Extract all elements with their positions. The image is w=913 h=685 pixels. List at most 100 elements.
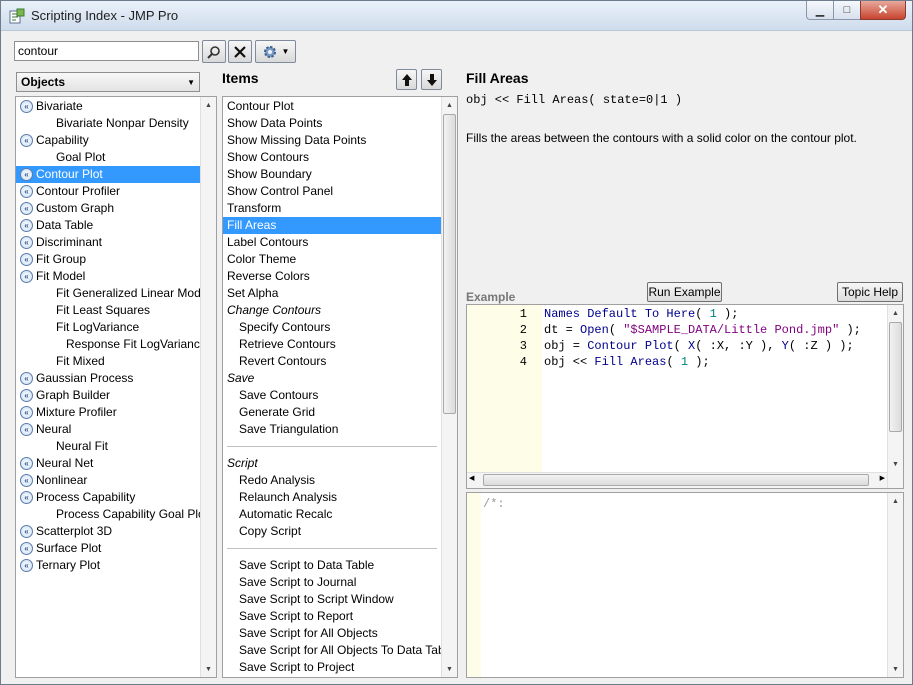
object-item[interactable]: Fit Least Squares <box>16 302 200 319</box>
collapse-icon[interactable]: « <box>20 236 33 249</box>
title-bar[interactable]: Scripting Index - JMP Pro ▁ □ ✕ <box>1 1 912 31</box>
options-button[interactable]: ▼ <box>255 40 296 63</box>
scroll-up-arrow-icon[interactable]: ▲ <box>201 97 216 113</box>
object-item[interactable]: Fit Generalized Linear Model <box>16 285 210 302</box>
item-entry[interactable]: Show Missing Data Points <box>223 132 441 149</box>
item-entry[interactable]: Reverse Colors <box>223 268 441 285</box>
log-scrollbar[interactable]: ▲ ▼ <box>887 493 903 677</box>
scroll-up-arrow-icon[interactable]: ▲ <box>442 97 457 113</box>
object-item[interactable]: «Discriminant <box>16 234 200 251</box>
item-entry[interactable]: Revert Contours <box>223 353 441 370</box>
code-line[interactable]: Names Default To Here( 1 ); <box>544 307 738 321</box>
run-example-button[interactable]: Run Example <box>647 282 722 302</box>
collapse-icon[interactable]: « <box>20 389 33 402</box>
object-item[interactable]: «Surface Plot <box>16 540 200 557</box>
object-item[interactable]: «Neural <box>16 421 200 438</box>
object-item[interactable]: «Contour Profiler <box>16 183 200 200</box>
scroll-down-arrow-icon[interactable]: ▼ <box>888 661 903 677</box>
item-entry[interactable]: Set Alpha <box>223 285 441 302</box>
scroll-right-arrow-icon[interactable]: ▶ <box>880 474 885 482</box>
object-item[interactable]: «Process Capability <box>16 489 200 506</box>
example-code-editor[interactable]: 1 Names Default To Here( 1 ); 2 dt = Open( … <box>466 304 904 489</box>
object-item[interactable]: «Scatterplot 3D <box>16 523 200 540</box>
scroll-down-arrow-icon[interactable]: ▼ <box>888 456 903 472</box>
object-item[interactable]: Fit LogVariance <box>16 319 200 336</box>
clear-search-button[interactable] <box>228 40 252 63</box>
collapse-icon[interactable]: « <box>20 491 33 504</box>
object-item[interactable]: Response Fit LogVariance <box>16 336 207 353</box>
collapse-icon[interactable]: « <box>20 372 33 385</box>
object-item[interactable]: «Fit Model <box>16 268 200 285</box>
object-item[interactable]: «Nonlinear <box>16 472 200 489</box>
scroll-up-arrow-icon[interactable]: ▲ <box>888 493 903 509</box>
collapse-icon[interactable]: « <box>20 253 33 266</box>
scroll-down-arrow-icon[interactable]: ▼ <box>442 661 457 677</box>
minimize-button[interactable]: ▁ <box>806 1 833 20</box>
maximize-button[interactable]: □ <box>833 1 860 20</box>
object-item[interactable]: «Gaussian Process <box>16 370 200 387</box>
object-item[interactable]: «Ternary Plot <box>16 557 200 574</box>
item-entry[interactable]: Save Script to Journal <box>223 574 441 591</box>
code-line[interactable]: obj << Fill Areas( 1 ); <box>544 355 710 369</box>
items-scroll-thumb[interactable] <box>443 114 456 414</box>
items-list[interactable]: Contour Plot Show Data Points Show Missing… <box>222 96 458 678</box>
scroll-up-arrow-icon[interactable]: ▲ <box>888 305 903 321</box>
item-entry[interactable]: Color Theme <box>223 251 441 268</box>
object-item[interactable]: «Fit Group <box>16 251 200 268</box>
objects-dropdown[interactable]: Objects ▼ <box>16 72 200 92</box>
collapse-icon[interactable]: « <box>20 219 33 232</box>
search-button[interactable] <box>202 40 226 63</box>
item-entry[interactable]: Label Contours <box>223 234 441 251</box>
item-entry[interactable]: Save Script to Data Table <box>223 557 441 574</box>
object-item[interactable]: «Graph Builder <box>16 387 200 404</box>
close-button[interactable]: ✕ <box>860 1 906 20</box>
collapse-icon[interactable]: « <box>20 100 33 113</box>
topic-help-button[interactable]: Topic Help <box>837 282 903 302</box>
collapse-icon[interactable]: « <box>20 270 33 283</box>
collapse-icon[interactable]: « <box>20 525 33 538</box>
collapse-icon[interactable]: « <box>20 168 33 181</box>
move-up-button[interactable] <box>396 69 417 90</box>
object-item[interactable]: «Custom Graph <box>16 200 200 217</box>
item-entry[interactable]: Save Contours <box>223 387 441 404</box>
object-item[interactable]: «Mixture Profiler <box>16 404 200 421</box>
object-item[interactable]: «Data Table <box>16 217 200 234</box>
item-entry[interactable]: Save Triangulation <box>223 421 441 438</box>
collapse-icon[interactable]: « <box>20 542 33 555</box>
item-entry[interactable]: Specify Contours <box>223 319 441 336</box>
items-scrollbar[interactable]: ▲ ▼ <box>441 97 457 677</box>
item-entry[interactable]: Save Script to Report <box>223 608 441 625</box>
item-entry[interactable]: Redo Analysis <box>223 472 441 489</box>
editor-hscrollbar[interactable]: ◀ ▶ <box>467 472 887 488</box>
item-entry[interactable]: Save Script to Script Window <box>223 591 441 608</box>
object-item[interactable]: «Capability <box>16 132 200 149</box>
scroll-left-arrow-icon[interactable]: ◀ <box>469 474 474 482</box>
item-entry[interactable]: Show Data Points <box>223 115 441 132</box>
object-item[interactable]: Goal Plot <box>16 149 200 166</box>
object-item[interactable]: Process Capability Goal Plot <box>16 506 208 523</box>
item-entry[interactable]: Transform <box>223 200 441 217</box>
editor-scrollbar[interactable]: ▲ ▼ <box>887 305 903 488</box>
item-entry[interactable]: Copy Script <box>223 523 441 540</box>
object-item[interactable]: «Bivariate <box>16 98 200 115</box>
item-entry[interactable]: Show Boundary <box>223 166 441 183</box>
object-item[interactable]: «Contour Plot <box>16 166 200 183</box>
log-output[interactable]: /*: ▲ ▼ <box>466 492 904 678</box>
item-entry[interactable]: Show Control Panel <box>223 183 441 200</box>
object-item[interactable]: Bivariate Nonpar Density <box>16 115 200 132</box>
search-input[interactable] <box>14 41 199 61</box>
item-entry[interactable]: Relaunch Analysis <box>223 489 441 506</box>
code-line[interactable]: obj = Contour Plot( X( :X, :Y ), Y( :Z )… <box>544 339 854 353</box>
collapse-icon[interactable]: « <box>20 423 33 436</box>
item-entry[interactable]: Contour Plot <box>223 98 441 115</box>
collapse-icon[interactable]: « <box>20 134 33 147</box>
item-entry[interactable]: Save Script for All Objects <box>223 625 441 642</box>
item-entry[interactable]: Save Script to Project <box>223 659 441 676</box>
collapse-icon[interactable]: « <box>20 202 33 215</box>
collapse-icon[interactable]: « <box>20 457 33 470</box>
object-item[interactable]: Neural Fit <box>16 438 200 455</box>
collapse-icon[interactable]: « <box>20 185 33 198</box>
collapse-icon[interactable]: « <box>20 406 33 419</box>
editor-scroll-thumb[interactable] <box>889 322 902 432</box>
item-entry[interactable]: Retrieve Contours <box>223 336 441 353</box>
